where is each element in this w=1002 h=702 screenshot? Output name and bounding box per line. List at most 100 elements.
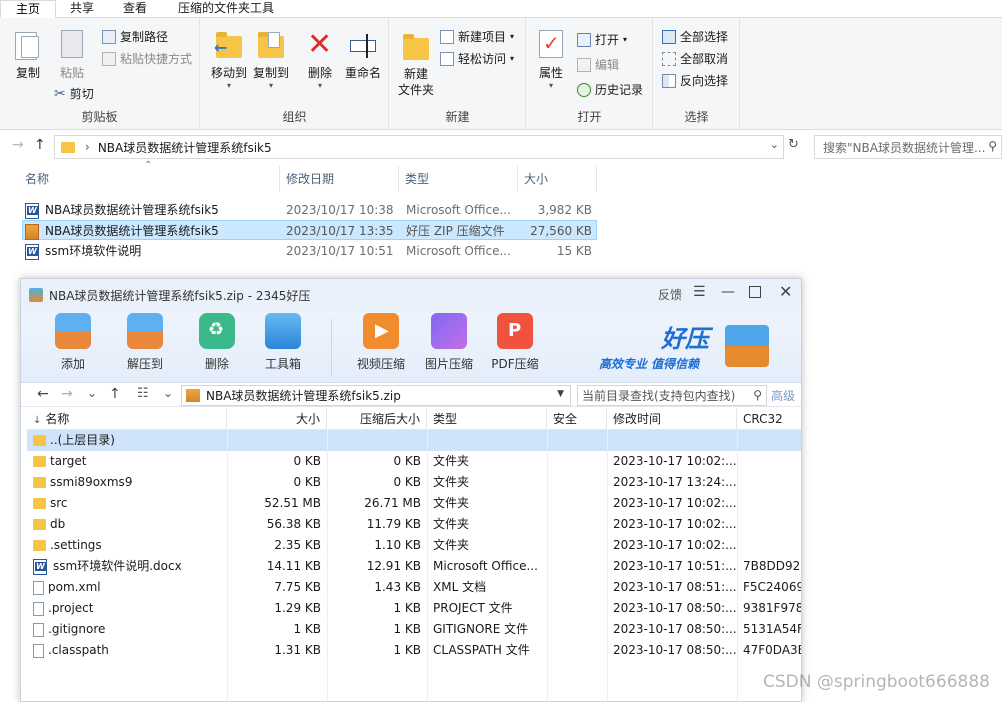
advanced-search-link[interactable]: 高级: [771, 387, 795, 404]
path-dropdown-icon[interactable]: ▼: [557, 389, 564, 399]
rename-button[interactable]: 重命名: [341, 30, 385, 81]
column-type[interactable]: 类型: [427, 408, 547, 430]
archive-item-packed-size: 0 KB: [393, 454, 421, 468]
edit-button[interactable]: 编辑: [577, 55, 619, 75]
archive-item-packed-size: 11.79 KB: [366, 517, 421, 531]
word-icon: [25, 202, 39, 219]
archive-item-crc: 7B8DD928: [743, 559, 802, 573]
archive-item-mtime: 2023-10-17 13:24:...: [613, 475, 737, 489]
archive-item-packed-size: 1 KB: [393, 601, 421, 615]
archive-row[interactable]: src 52.51 MB 26.71 MB 文件夹 2023-10-17 10:02:.…: [27, 493, 801, 514]
up-arrow-icon[interactable]: ↑: [109, 386, 121, 402]
column-crc32[interactable]: CRC32: [737, 408, 801, 430]
column-name[interactable]: 名称: [20, 166, 280, 192]
copy-button[interactable]: 复制: [10, 30, 46, 81]
history-button[interactable]: 历史记录: [577, 80, 643, 100]
open-button[interactable]: 打开 ▾: [577, 30, 627, 50]
address-bar[interactable]: › NBA球员数据统计管理系统fsik5 ⌄: [54, 135, 784, 159]
archive-item-size: 14.11 KB: [266, 559, 321, 573]
copy-to-label: 复制到: [252, 66, 289, 80]
archive-row[interactable]: pom.xml 7.75 KB 1.43 KB XML 文档 2023-10-17 08…: [27, 577, 801, 598]
new-item-button[interactable]: 新建项目 ▾: [440, 27, 514, 47]
select-all-button[interactable]: 全部选择: [662, 27, 728, 47]
search-icon: ⚲: [988, 139, 997, 153]
view-dropdown-icon[interactable]: ⌄: [163, 386, 173, 400]
archive-row[interactable]: .gitignore 1 KB 1 KB GITIGNORE 文件 2023-10-17…: [27, 619, 801, 640]
haozip-toolbar: 添加 解压到 ♻ 删除 工具箱 ▶ 视频压缩 图片压缩 P PDF压缩 好压 高…: [21, 311, 801, 383]
copy-label: 复制: [15, 66, 40, 80]
select-none-icon: [662, 52, 676, 66]
new-group-label: 新建: [445, 110, 470, 124]
archive-item-size: 52.51 MB: [264, 496, 321, 510]
forward-arrow-icon[interactable]: →: [61, 386, 73, 402]
toolbox-button[interactable]: 工具箱: [253, 313, 313, 372]
archive-row[interactable]: .project 1.29 KB 1 KB PROJECT 文件 2023-10-17 …: [27, 598, 801, 619]
copy-to-button[interactable]: 复制到 ▾: [251, 30, 291, 90]
image-compress-button[interactable]: 图片压缩: [419, 313, 479, 372]
column-size[interactable]: 大小: [227, 408, 327, 430]
close-icon[interactable]: ✕: [779, 282, 792, 301]
minimize-icon[interactable]: —: [721, 284, 735, 300]
paste-button[interactable]: 粘贴: [54, 30, 90, 81]
archive-path-bar[interactable]: NBA球员数据统计管理系统fsik5.zip ▼: [181, 385, 571, 406]
new-folder-button[interactable]: 新建 文件夹: [394, 32, 438, 98]
file-row[interactable]: ssm环境软件说明 2023/10/17 10:51 Microsoft Off…: [22, 241, 597, 261]
archive-row-parent[interactable]: ..(上层目录): [27, 430, 801, 451]
column-date[interactable]: 修改日期: [281, 166, 399, 192]
maximize-icon[interactable]: [749, 286, 761, 298]
delete-button[interactable]: ✕ 删除 ▾: [303, 30, 337, 91]
feedback-link[interactable]: 反馈: [658, 286, 682, 303]
tab-share[interactable]: 共享: [60, 0, 104, 18]
archive-search-input[interactable]: 当前目录查找(支持包内查找) ⚲: [577, 385, 767, 406]
extract-to-button[interactable]: 解压到: [115, 313, 175, 372]
column-divider: [327, 430, 328, 701]
archive-row[interactable]: .classpath 1.31 KB 1 KB CLASSPATH 文件 2023-10…: [27, 640, 801, 661]
add-button[interactable]: 添加: [43, 313, 103, 372]
pdf-compress-button[interactable]: P PDF压缩: [485, 313, 545, 372]
copy-path-button[interactable]: 复制路径: [102, 27, 168, 47]
archive-file-list: ..(上层目录) target 0 KB 0 KB 文件夹 2023-10-17 10:0…: [27, 430, 802, 701]
haozip-delete-button[interactable]: ♻ 删除: [187, 313, 247, 372]
invert-selection-button[interactable]: 反向选择: [662, 71, 728, 91]
column-security[interactable]: 安全: [547, 408, 607, 430]
up-arrow-icon[interactable]: ↑: [34, 137, 46, 153]
column-mtime[interactable]: 修改时间: [607, 408, 737, 430]
new-item-label: 新建项目: [458, 30, 507, 44]
history-dropdown-icon[interactable]: ⌄: [87, 386, 97, 400]
search-placeholder: 搜索"NBA球员数据统计管理...: [823, 140, 986, 155]
archive-list-header: ↓ 名称 大小 压缩后大小 类型 安全 修改时间 CRC32: [27, 408, 801, 430]
chevron-down-icon: ▾: [510, 54, 515, 63]
file-name: ssm环境软件说明: [45, 244, 142, 258]
refresh-icon[interactable]: ↻: [788, 137, 799, 152]
video-compress-button[interactable]: ▶ 视频压缩: [351, 313, 411, 372]
cut-button[interactable]: ✂ 剪切: [54, 84, 94, 104]
archive-row[interactable]: target 0 KB 0 KB 文件夹 2023-10-17 10:02:...: [27, 451, 801, 472]
easy-access-button[interactable]: 轻松访问 ▾: [440, 49, 514, 69]
column-type[interactable]: 类型: [400, 166, 518, 192]
tab-home[interactable]: 主页: [0, 0, 56, 18]
column-size[interactable]: 大小: [519, 166, 597, 192]
tab-view[interactable]: 查看: [113, 0, 157, 18]
archive-row[interactable]: .settings 2.35 KB 1.10 KB 文件夹 2023-10-17 10:…: [27, 535, 801, 556]
haozip-titlebar: NBA球员数据统计管理系统fsik5.zip - 2345好压 反馈 ☰ — ✕: [21, 279, 801, 311]
move-to-button[interactable]: ← 移动到 ▾: [209, 30, 249, 90]
archive-item-name: ..(上层目录): [50, 433, 115, 447]
view-mode-icon[interactable]: ☷: [137, 386, 149, 401]
tab-compressed-folder-tools[interactable]: 压缩的文件夹工具: [168, 0, 284, 18]
column-packed-size[interactable]: 压缩后大小: [327, 408, 427, 430]
address-dropdown-icon[interactable]: ⌄: [770, 138, 779, 151]
paste-shortcut-button[interactable]: 粘贴快捷方式: [102, 49, 192, 69]
archive-row[interactable]: db 56.38 KB 11.79 KB 文件夹 2023-10-17 10:02:..…: [27, 514, 801, 535]
back-arrow-icon[interactable]: ←: [37, 386, 49, 402]
file-row-selected[interactable]: NBA球员数据统计管理系统fsik5 2023/10/17 13:35 好压 Z…: [22, 220, 597, 240]
properties-button[interactable]: 属性 ▾: [533, 30, 569, 90]
archive-row[interactable]: ssm环境软件说明.docx 14.11 KB 12.91 KB Microsoft …: [27, 556, 802, 577]
menu-icon[interactable]: ☰: [693, 284, 706, 300]
file-row[interactable]: NBA球员数据统计管理系统fsik5 2023/10/17 10:38 Micr…: [22, 200, 597, 220]
archive-row[interactable]: ssmi89oxms9 0 KB 0 KB 文件夹 2023-10-17 13:24:.…: [27, 472, 801, 493]
video-icon: ▶: [363, 313, 399, 349]
select-none-button[interactable]: 全部取消: [662, 49, 728, 69]
column-name[interactable]: ↓ 名称: [27, 408, 227, 430]
chevron-down-icon: ▾: [623, 35, 628, 44]
search-box[interactable]: 搜索"NBA球员数据统计管理... ⚲: [814, 135, 1002, 159]
